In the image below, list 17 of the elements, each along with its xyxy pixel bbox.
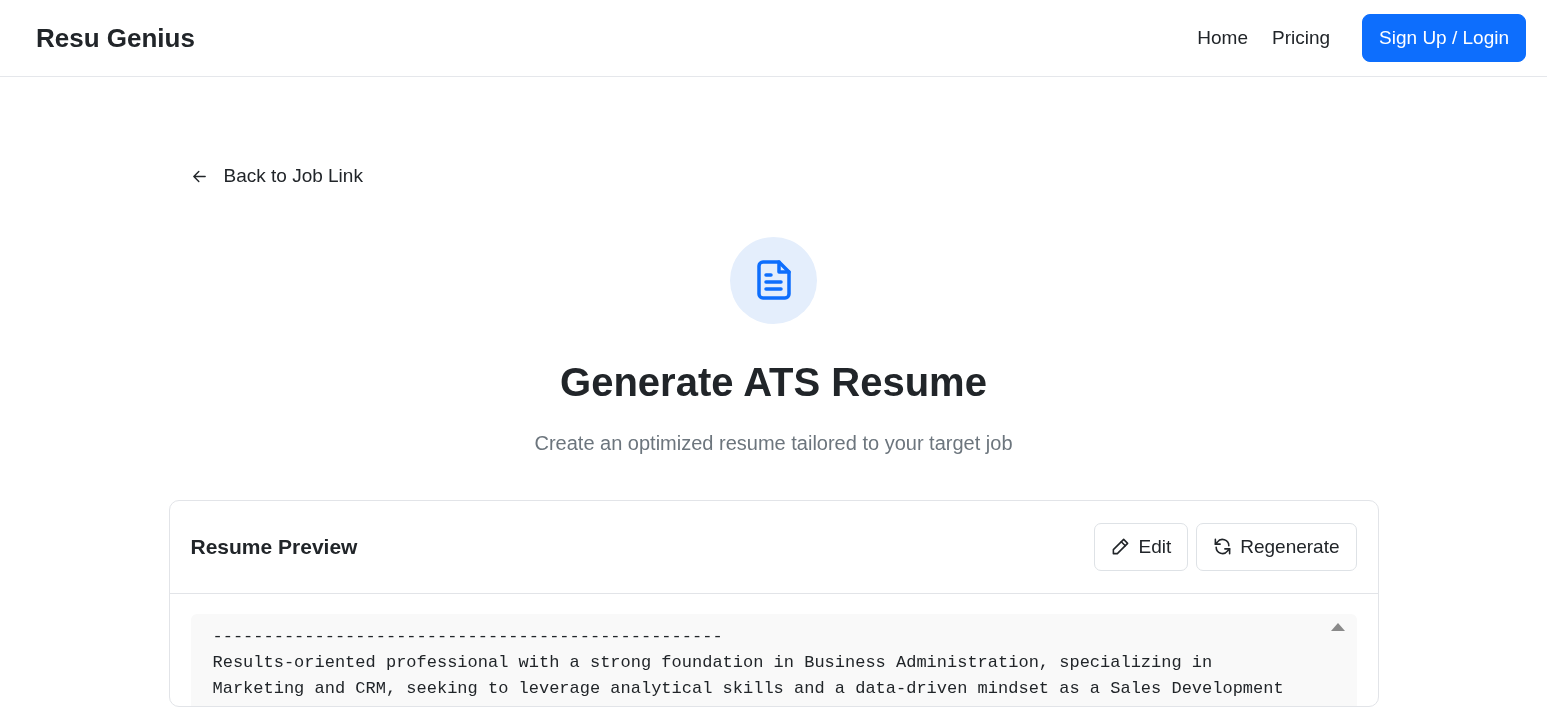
resume-text-line: --------------------------------------------------	[212, 625, 724, 648]
nav-link[interactable]: Home	[1197, 23, 1248, 53]
page-title: Generate ATS Resume	[560, 358, 987, 406]
resume-text-line: Results-oriented professional with a strong foundation in Business Administration, specializing in	[212, 651, 1214, 674]
edit-button[interactable]: Edit	[1094, 522, 1189, 571]
resume-text-line: Marketing and CRM, seeking to leverage analytical skills and a data-driven mindset as a Sales Development	[212, 677, 1285, 700]
scroll-up-arrow-icon[interactable]	[1330, 622, 1345, 631]
document-icon	[756, 260, 791, 301]
regenerate-button[interactable]: Regenerate	[1196, 522, 1357, 571]
brand-logo-text[interactable]: Resu Genius	[36, 18, 195, 58]
nav-link[interactable]: Pricing	[1272, 23, 1331, 53]
pencil-icon	[1111, 537, 1131, 557]
page-subtitle: Create an optimized resume tailored to your target job	[534, 430, 1013, 456]
back-link[interactable]: Back to Job Link	[190, 162, 363, 191]
card-title: Resume Preview	[190, 534, 358, 560]
refresh-icon	[1213, 537, 1233, 557]
sign-up-login-button[interactable]: Sign Up / Login	[1362, 13, 1526, 63]
